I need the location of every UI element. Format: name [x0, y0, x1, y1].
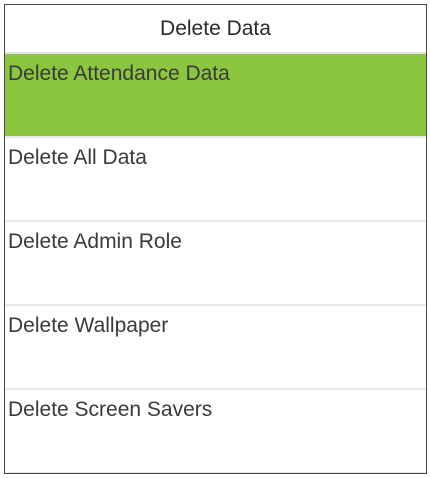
menu-item-delete-attendance-data[interactable]: Delete Attendance Data [5, 54, 426, 138]
menu-item-label: Delete Admin Role [8, 230, 182, 253]
delete-data-screen: Delete Data Delete Attendance Data Delet… [4, 4, 427, 474]
menu-item-delete-wallpaper[interactable]: Delete Wallpaper [5, 306, 426, 390]
delete-data-menu: Delete Attendance Data Delete All Data D… [5, 54, 426, 473]
page-title: Delete Data [5, 5, 426, 54]
menu-item-label: Delete Attendance Data [8, 62, 230, 85]
menu-item-delete-all-data[interactable]: Delete All Data [5, 138, 426, 222]
menu-item-delete-screen-savers[interactable]: Delete Screen Savers [5, 390, 426, 473]
menu-item-delete-admin-role[interactable]: Delete Admin Role [5, 222, 426, 306]
menu-item-label: Delete All Data [8, 146, 147, 169]
menu-item-label: Delete Wallpaper [8, 314, 169, 337]
menu-item-label: Delete Screen Savers [8, 398, 213, 421]
